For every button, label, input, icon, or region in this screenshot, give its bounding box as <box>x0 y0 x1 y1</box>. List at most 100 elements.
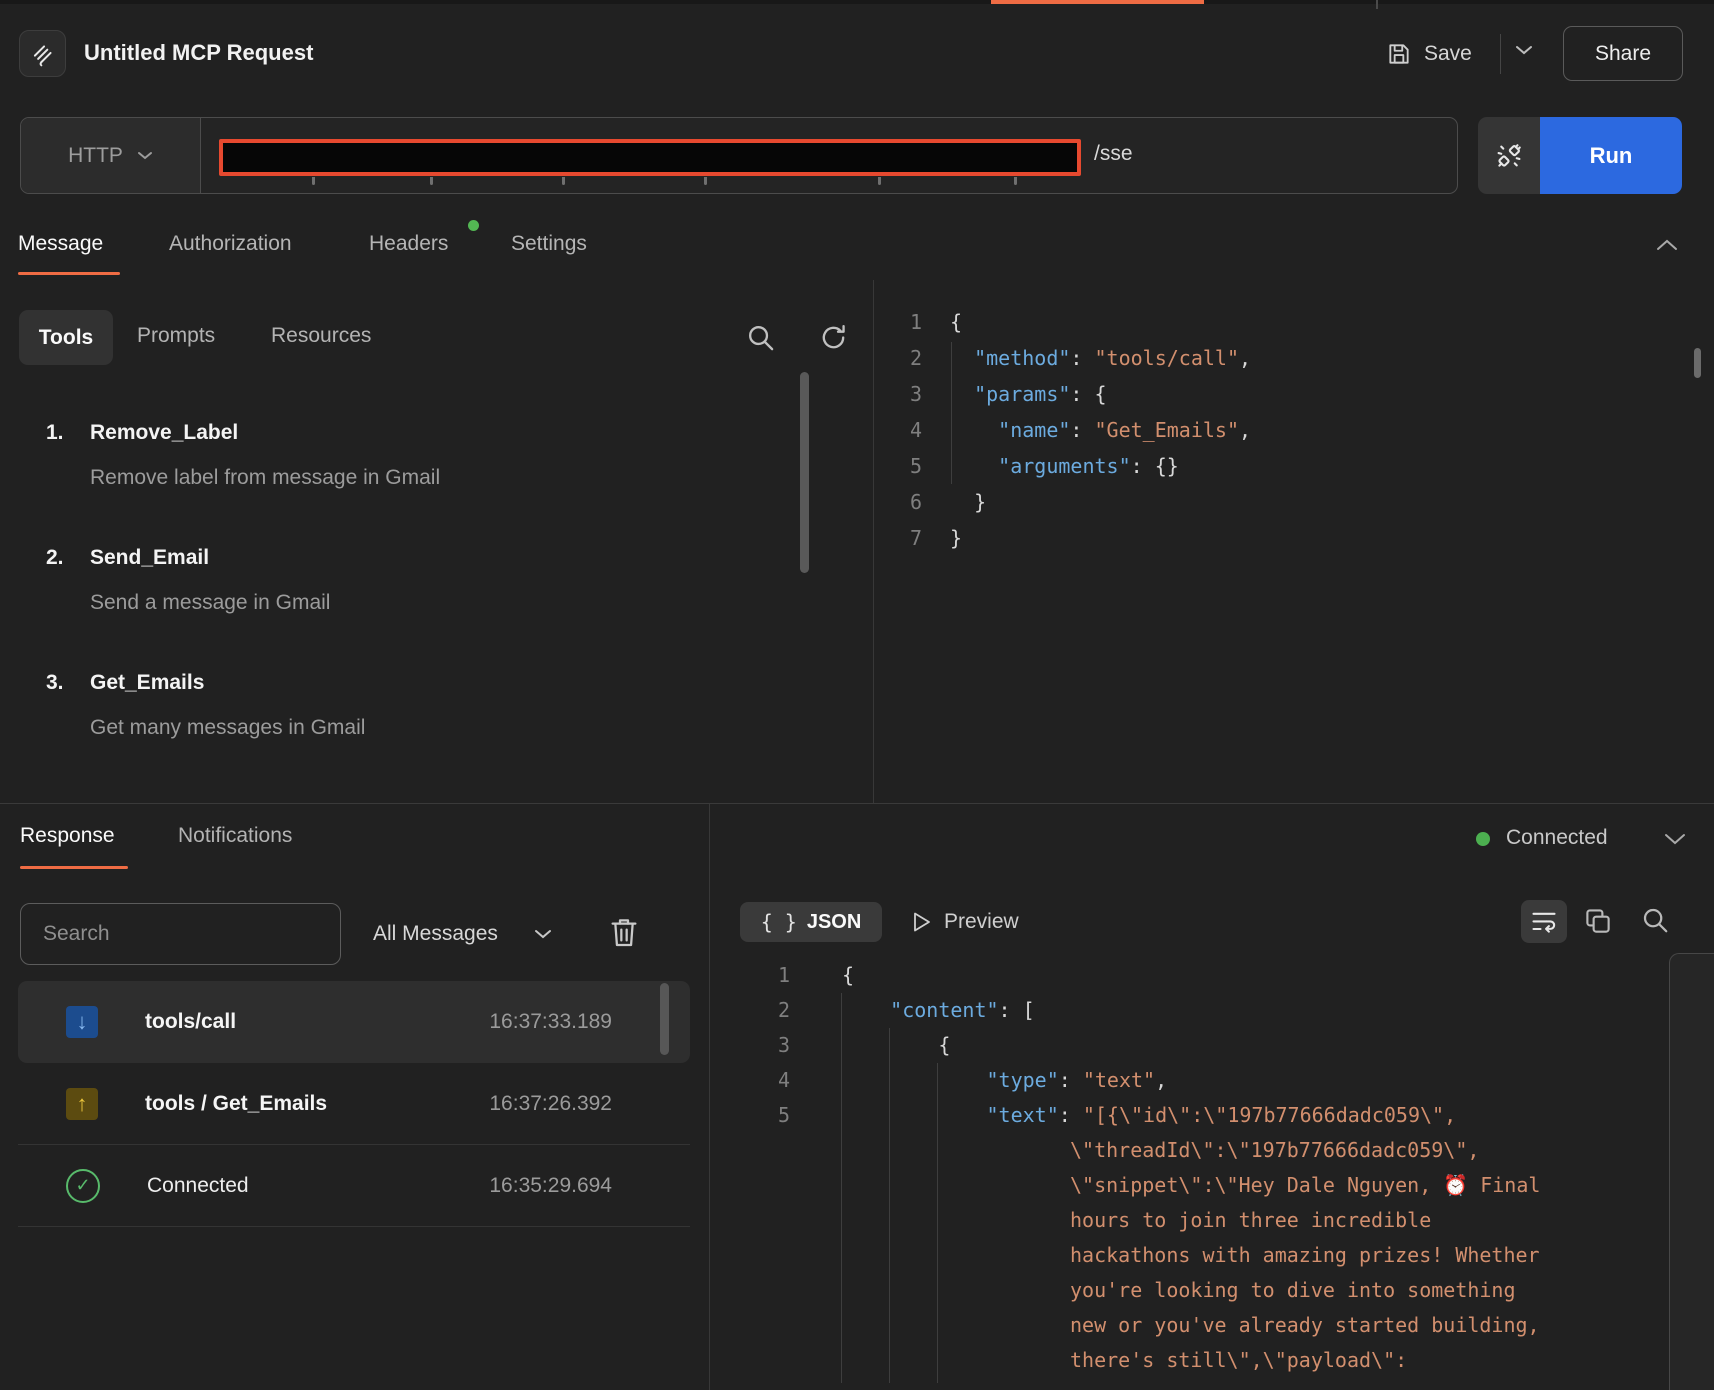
tab-response[interactable]: Response <box>20 824 115 848</box>
word-wrap-button[interactable] <box>1521 900 1567 943</box>
tool-name: Send_Email <box>90 545 330 571</box>
connection-status[interactable]: Connected <box>1506 826 1608 850</box>
message-filter-select[interactable]: All Messages <box>373 922 498 946</box>
run-button[interactable]: Run <box>1540 117 1682 194</box>
line-number <box>745 1238 790 1273</box>
response-tab-underline <box>20 866 128 869</box>
code-line: there's still\",\"payload\": <box>745 1343 1540 1378</box>
save-icon <box>1386 41 1412 67</box>
arrow-down-icon: ↓ <box>66 1006 98 1038</box>
app-tab-strip <box>0 0 1714 4</box>
save-options-chevron-icon[interactable] <box>1514 44 1534 56</box>
message-row[interactable]: ✓Connected16:35:29.694 <box>18 1145 690 1227</box>
save-button[interactable]: Save <box>1386 36 1472 72</box>
code-line: 3 "params": { <box>876 376 1251 412</box>
code-text: hackathons with amazing prizes! Whether <box>790 1238 1540 1273</box>
message-row[interactable]: ↓tools/call16:37:33.189 <box>18 981 690 1063</box>
page-title: Untitled MCP Request <box>84 40 313 66</box>
code-line: 4 "type": "text", <box>745 1063 1540 1098</box>
tool-description: Remove label from message in Gmail <box>90 465 440 491</box>
tool-list-item[interactable]: 2.Send_Email Send a message in Gmail <box>46 545 786 670</box>
line-number <box>745 1343 790 1378</box>
disconnect-button[interactable] <box>1478 117 1540 194</box>
code-line: \"threadId\":\"197b77666dadc059\", <box>745 1133 1540 1168</box>
url-text-descender <box>1014 177 1017 185</box>
tools-refresh-icon[interactable] <box>818 322 849 353</box>
protocol-select[interactable]: HTTP <box>21 118 201 193</box>
mcp-logo-icon <box>30 41 56 67</box>
line-number: 5 <box>876 448 922 484</box>
line-number: 4 <box>745 1063 790 1098</box>
code-text: you're looking to dive into something <box>790 1273 1516 1308</box>
subtab-prompts[interactable]: Prompts <box>137 324 215 348</box>
indent-guide <box>889 1028 890 1383</box>
code-line: 6 } <box>876 484 1251 520</box>
code-text: } <box>922 484 986 520</box>
run-label: Run <box>1590 143 1633 168</box>
word-wrap-icon <box>1530 909 1558 935</box>
line-number: 7 <box>876 520 922 556</box>
filter-chevron-down-icon[interactable] <box>534 929 552 940</box>
search-input[interactable] <box>20 903 341 965</box>
tool-name: Get_Emails <box>90 670 365 696</box>
divider <box>1500 34 1501 74</box>
active-tab-indicator <box>991 0 1204 4</box>
tab-notifications[interactable]: Notifications <box>178 824 292 848</box>
response-body-editor[interactable]: 1{2 "content": [3 {4 "type": "text",5 "t… <box>745 958 1540 1378</box>
active-tab-underline <box>18 272 120 275</box>
copy-icon[interactable] <box>1583 906 1613 936</box>
viewer-scrollbar-track[interactable] <box>1669 953 1714 1390</box>
code-text: \"snippet\":\"Hey Dale Nguyen, ⏰ Final <box>790 1168 1540 1203</box>
code-line: you're looking to dive into something <box>745 1273 1540 1308</box>
tools-search-icon[interactable] <box>745 322 776 353</box>
section-divider <box>0 803 1714 804</box>
connection-chevron-down-icon[interactable] <box>1664 833 1686 846</box>
tool-list-item[interactable]: 3.Get_EmailsGet many messages in Gmail <box>46 670 786 795</box>
indent-guide <box>841 993 842 1383</box>
code-text: \"threadId\":\"197b77666dadc059\", <box>790 1133 1479 1168</box>
request-body-editor[interactable]: 1{2 "method": "tools/call",3 "params": {… <box>876 304 1251 556</box>
tools-scrollbar[interactable] <box>800 372 809 573</box>
subtab-resources[interactable]: Resources <box>271 324 371 348</box>
message-label: tools / Get_Emails <box>145 1092 327 1116</box>
tool-description: Send a message in Gmail <box>90 590 330 616</box>
tool-description: Get many messages in Gmail <box>90 715 365 741</box>
tab-headers[interactable]: Headers <box>369 232 448 256</box>
tab-message[interactable]: Message <box>18 232 103 256</box>
code-text: "params": { <box>922 376 1107 412</box>
code-line: 7} <box>876 520 1251 556</box>
tab-authorization[interactable]: Authorization <box>169 232 292 256</box>
editor-scrollbar[interactable] <box>1694 348 1701 378</box>
message-list: ↓tools/call16:37:33.189↑tools / Get_Emai… <box>18 981 690 1227</box>
code-line: 1{ <box>876 304 1251 340</box>
code-line: 2 "method": "tools/call", <box>876 340 1251 376</box>
preview-button[interactable]: Preview <box>912 902 1019 942</box>
protocol-value: HTTP <box>68 144 123 168</box>
message-list-scrollbar[interactable] <box>660 983 669 1055</box>
json-view-button[interactable]: { } JSON <box>740 902 882 942</box>
code-text: "method": "tools/call", <box>922 340 1251 376</box>
subtab-tools[interactable]: Tools <box>19 310 113 365</box>
clear-messages-trash-icon[interactable] <box>608 915 640 951</box>
code-text: hours to join three incredible <box>790 1203 1431 1238</box>
collapse-chevron-up-icon[interactable] <box>1656 238 1678 251</box>
unplug-icon <box>1493 140 1525 172</box>
line-number: 3 <box>876 376 922 412</box>
share-button[interactable]: Share <box>1563 26 1683 81</box>
tab-settings[interactable]: Settings <box>511 232 587 256</box>
viewer-search-icon[interactable] <box>1640 905 1670 935</box>
line-number <box>745 1273 790 1308</box>
connection-status-dot <box>1476 832 1490 846</box>
check-circle-icon: ✓ <box>66 1169 100 1203</box>
braces-icon: { } <box>761 910 797 934</box>
code-text: } <box>922 520 962 556</box>
code-text: { <box>790 1028 950 1063</box>
message-row[interactable]: ↑tools / Get_Emails16:37:26.392 <box>18 1063 690 1145</box>
redacted-url <box>219 139 1081 176</box>
line-number: 2 <box>745 993 790 1028</box>
tool-list-item[interactable]: 1.Remove_LabelRemove label from message … <box>46 420 786 545</box>
message-timestamp: 16:35:29.694 <box>489 1174 612 1198</box>
headers-status-dot <box>468 220 479 231</box>
tool-number: 2. <box>46 545 90 670</box>
code-text: new or you've already started building, <box>790 1308 1540 1343</box>
